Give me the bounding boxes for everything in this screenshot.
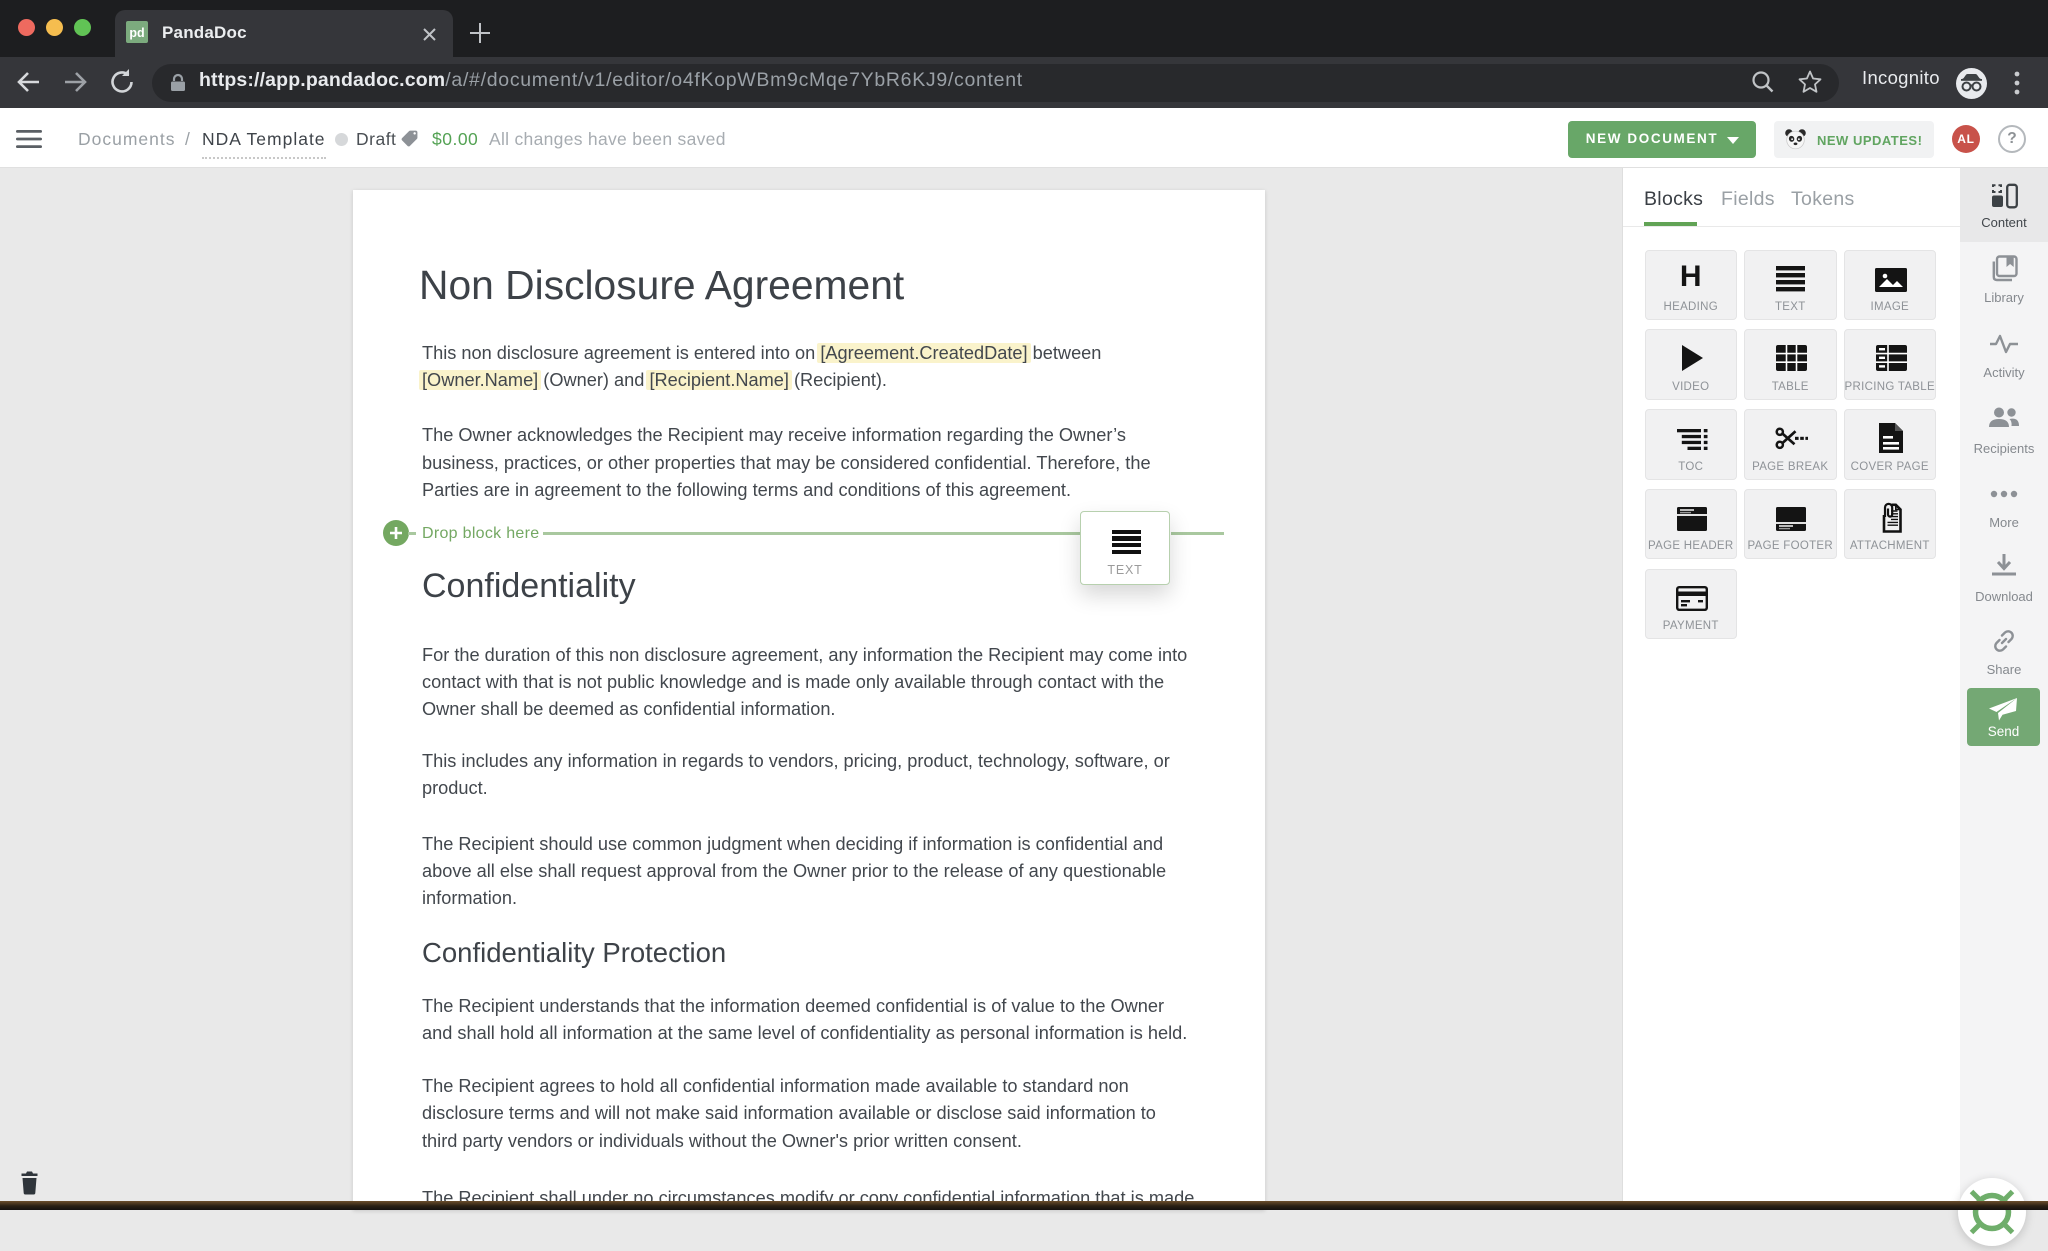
svg-text:pd: pd: [129, 26, 144, 40]
